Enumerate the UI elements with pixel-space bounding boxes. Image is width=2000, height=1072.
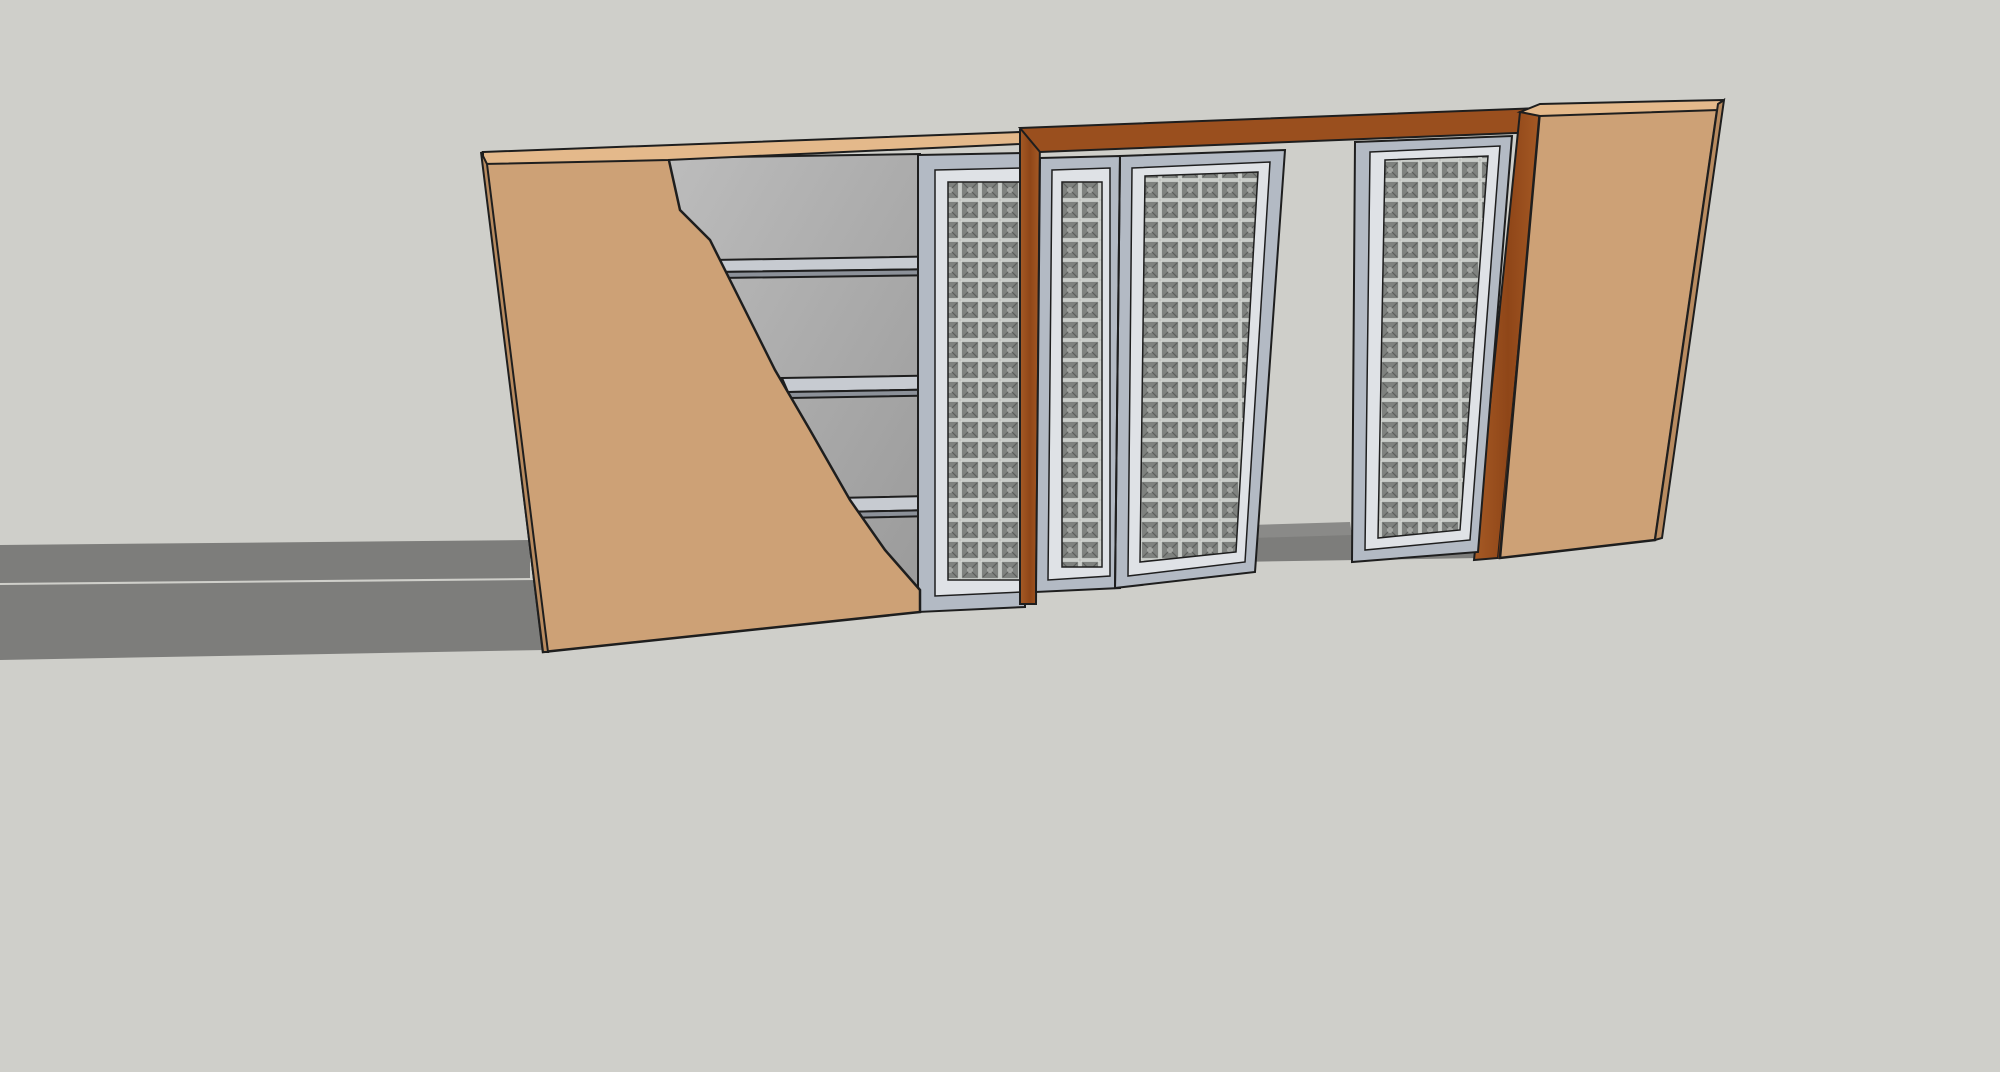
center-door-left xyxy=(1034,154,1121,594)
left-pocket-door xyxy=(917,151,1026,614)
glass-block-panel xyxy=(1061,181,1103,568)
center-door-right xyxy=(1113,148,1287,590)
model-viewport[interactable] xyxy=(0,0,2000,1072)
glass-block-panel xyxy=(947,181,1023,581)
